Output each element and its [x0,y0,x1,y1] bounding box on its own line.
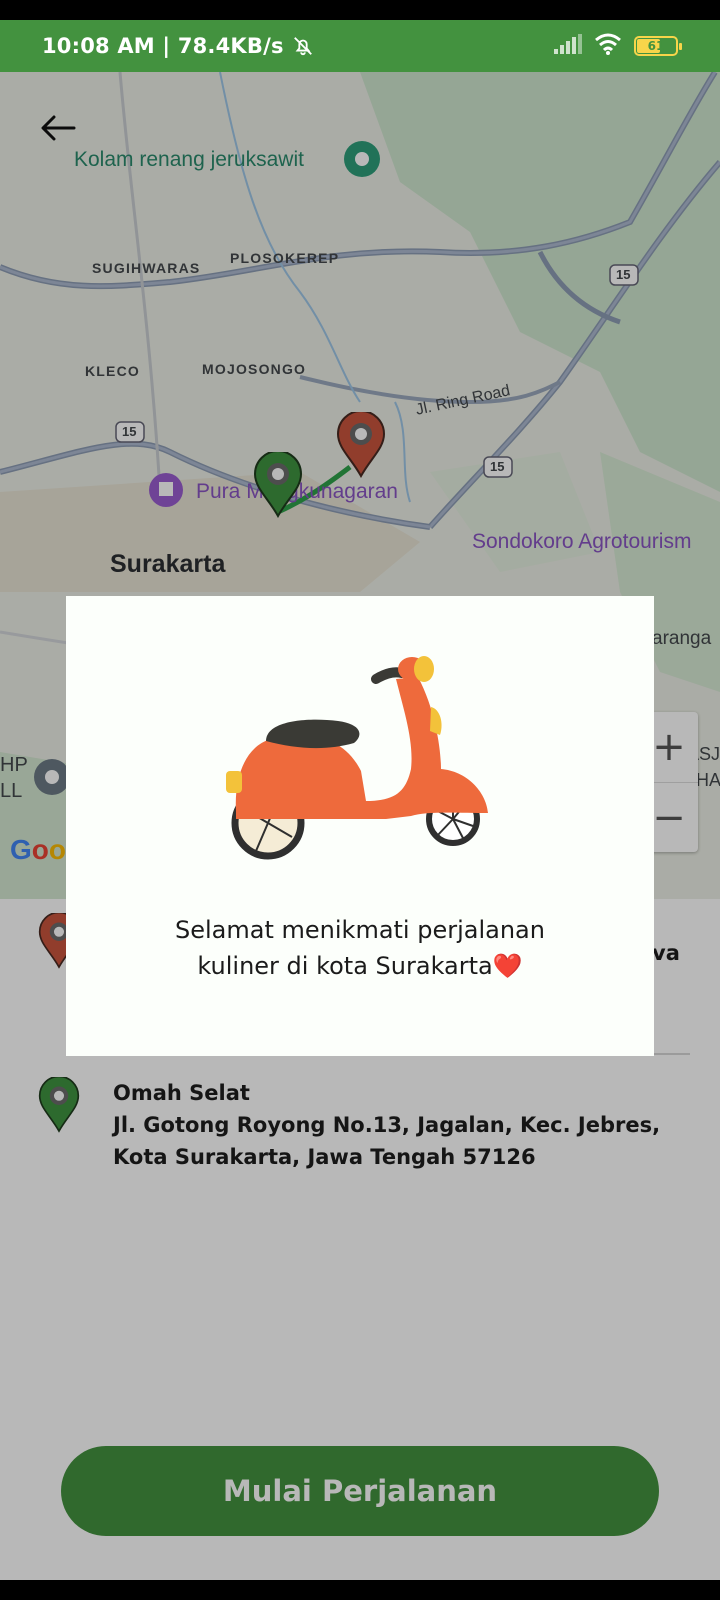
system-top-bezel [0,0,720,20]
status-time: 10:08 AM | 78.4KB/s [42,34,284,58]
wifi-icon [594,33,622,60]
app-screen: Kolam renang jeruksawit SUGIHWARAS PLOSO… [0,72,720,1580]
battery-level: 61 [647,39,665,53]
welcome-dialog: Selamat menikmati perjalanan kuliner di … [66,596,654,1056]
dialog-message-line1: Selamat menikmati perjalanan [175,916,545,944]
dialog-message-line2: kuliner di kota Surakarta❤️ [197,952,523,980]
system-bottom-bezel [0,1580,720,1600]
dialog-message: Selamat menikmati perjalanan kuliner di … [66,912,654,984]
battery-icon: 61 [634,36,682,56]
scooter-illustration [226,651,496,870]
bell-off-icon [292,35,314,57]
signal-icon [554,33,582,59]
status-bar: 10:08 AM | 78.4KB/s 61 [0,20,720,72]
